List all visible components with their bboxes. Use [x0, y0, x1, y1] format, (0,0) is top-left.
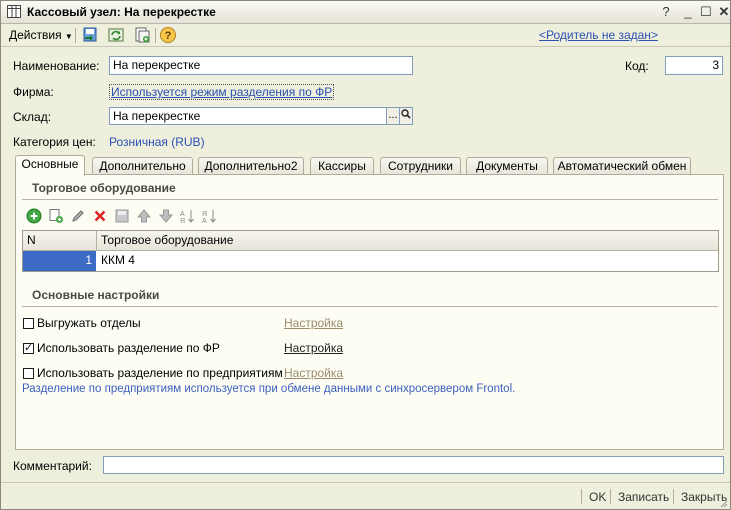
close-icon[interactable]: ✕ [716, 4, 731, 20]
footer-separator [610, 489, 611, 504]
toolbar-separator [75, 28, 76, 43]
search-icon [401, 109, 411, 119]
svg-text:A: A [202, 218, 207, 224]
maximize-icon[interactable]: ☐ [698, 4, 714, 20]
catalog-form-window: Кассовый узел: На перекрестке ? _ ☐ ✕ Де… [0, 0, 731, 510]
tab-strip: Основные Дополнительно Дополнительно2 Ка… [15, 155, 724, 176]
equipment-table[interactable]: N Торговое оборудование 1 ККМ 4 [22, 230, 719, 272]
actions-label: Действия [9, 28, 62, 42]
resize-grip-icon[interactable] [718, 498, 728, 508]
column-header-n[interactable]: N [27, 231, 36, 250]
help-icon[interactable]: ? [159, 26, 177, 44]
save-icon[interactable] [114, 208, 130, 224]
code-label: Код: [625, 59, 649, 73]
footer-bar: OK Записать Закрыть [1, 482, 730, 510]
name-field[interactable]: На перекрестке [109, 56, 413, 75]
move-down-icon[interactable] [158, 208, 174, 224]
minimize-icon[interactable]: _ [680, 4, 696, 20]
tab-auto-exchange[interactable]: Автоматический обмен [553, 157, 691, 175]
warehouse-select-button[interactable]: ... [386, 107, 400, 125]
toolbar-separator [155, 28, 156, 43]
parent-link[interactable]: <Родитель не задан> [539, 28, 658, 42]
save-button[interactable]: Записать [618, 490, 669, 504]
add-icon[interactable] [26, 208, 42, 224]
save-close-icon[interactable] [81, 26, 99, 44]
upload-departments-checkbox[interactable] [23, 318, 34, 329]
settings-section-title: Основные настройки [32, 288, 160, 302]
section-divider [22, 199, 718, 200]
actions-menu[interactable]: Действия ▼ [9, 28, 73, 42]
edit-icon[interactable] [70, 208, 86, 224]
tab-cashiers[interactable]: Кассиры [310, 157, 374, 175]
column-divider [96, 231, 97, 250]
table-header: N Торговое оборудование [23, 231, 718, 251]
svg-text:A: A [180, 211, 185, 218]
tab-panel-main: Торговое оборудование A Я Я A N Торговое… [15, 174, 724, 450]
comment-field[interactable] [103, 456, 724, 474]
warehouse-open-button[interactable] [399, 107, 413, 125]
equipment-section-title: Торговое оборудование [32, 181, 176, 195]
delete-icon[interactable] [92, 208, 108, 224]
toolbar: Действия ▼ ? <Родитель не задан> [1, 24, 730, 47]
row-equipment-name: ККМ 4 [101, 253, 135, 267]
table-icon [7, 5, 21, 18]
enterprise-split-checkbox[interactable] [23, 368, 34, 379]
chevron-down-icon: ▼ [64, 32, 73, 41]
column-header-equipment[interactable]: Торговое оборудование [101, 231, 233, 250]
move-up-icon[interactable] [136, 208, 152, 224]
warehouse-label: Склад: [13, 110, 52, 124]
sort-desc-icon[interactable]: Я A [202, 208, 218, 224]
upload-departments-setting-link[interactable]: Настройка [284, 316, 343, 330]
window-title: Кассовый узел: На перекрестке [27, 5, 216, 19]
refresh-icon[interactable] [107, 26, 125, 44]
enterprise-split-note: Разделение по предприятиям используется … [22, 383, 516, 395]
svg-text:Я: Я [180, 218, 185, 224]
help-title-button[interactable]: ? [658, 4, 674, 20]
title-bar: Кассовый узел: На перекрестке ? _ ☐ ✕ [1, 1, 730, 24]
tab-additional[interactable]: Дополнительно [92, 157, 193, 175]
footer-separator [581, 489, 582, 504]
warehouse-field[interactable]: На перекрестке [109, 107, 387, 125]
tab-employees[interactable]: Сотрудники [380, 157, 461, 175]
price-category-label: Категория цен: [13, 135, 96, 149]
row-number: 1 [85, 253, 92, 267]
tab-additional2[interactable]: Дополнительно2 [198, 157, 304, 175]
svg-text:Я: Я [202, 211, 207, 218]
tab-main[interactable]: Основные [15, 155, 85, 176]
section-divider [22, 306, 718, 307]
fr-split-checkbox[interactable] [23, 341, 34, 354]
code-field[interactable]: 3 [665, 56, 723, 75]
ok-button[interactable]: OK [589, 490, 606, 504]
name-label: Наименование: [13, 59, 100, 73]
firm-value-link[interactable]: Используется режим разделения по ФР [109, 84, 335, 100]
enterprise-split-label: Использовать разделение по предприятиям [37, 366, 283, 380]
enterprise-split-setting-link[interactable]: Настройка [284, 366, 343, 380]
firm-label: Фирма: [13, 85, 54, 99]
footer-separator [673, 489, 674, 504]
svg-text:?: ? [165, 30, 172, 42]
fr-split-label: Использовать разделение по ФР [37, 341, 220, 355]
price-category-value[interactable]: Розничная (RUB) [109, 135, 205, 149]
fr-split-setting-link[interactable]: Настройка [284, 341, 343, 355]
comment-label: Комментарий: [13, 459, 92, 473]
tab-documents[interactable]: Документы [466, 157, 548, 175]
copy-icon[interactable] [48, 208, 64, 224]
copy-doc-icon[interactable] [133, 26, 151, 44]
sort-asc-icon[interactable]: A Я [180, 208, 196, 224]
upload-departments-label: Выгружать отделы [37, 316, 141, 330]
